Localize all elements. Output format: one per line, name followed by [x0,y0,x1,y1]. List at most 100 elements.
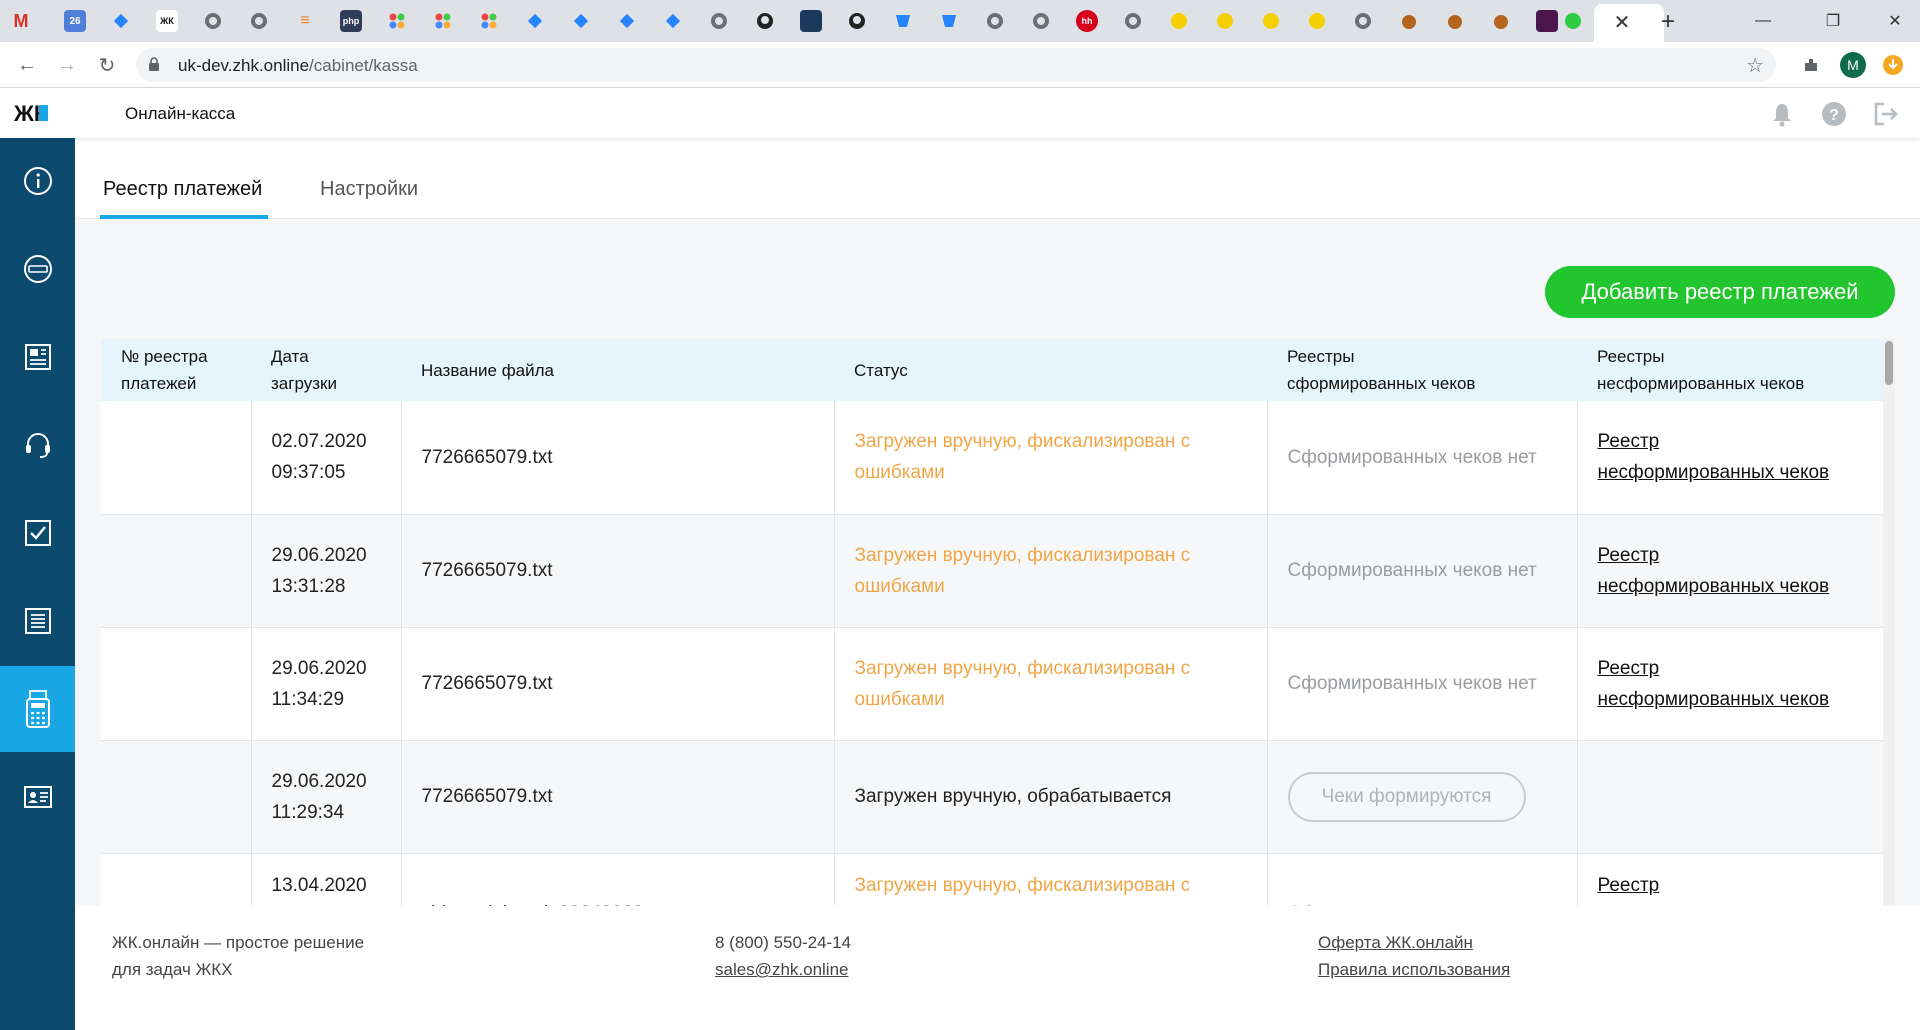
profile-avatar[interactable]: M [1840,52,1866,78]
footer-legal: Оферта ЖК.онлайн Правила использования [1318,929,1510,983]
table-header-row: № реестра платежей Дата загрузки Название … [101,339,1883,401]
unformed-registry-link[interactable]: несформированных чеков [1598,689,1830,710]
forward-button[interactable]: → [52,50,82,80]
globe-tab-icon[interactable] [202,10,224,32]
tab-settings[interactable]: Настройки [320,178,418,201]
globe-tab-icon[interactable] [248,10,270,32]
stackoverflow-tab-icon[interactable]: ≡ [294,10,316,32]
zhk-tab-icon[interactable]: ЖК [156,10,178,32]
gmail-tab-icon[interactable]: M [10,10,32,32]
slack-tab-icon[interactable] [1536,10,1558,32]
checkbox-icon [24,520,51,546]
globe-tab-icon[interactable] [708,10,730,32]
bitbucket-tab-icon[interactable] [938,10,960,32]
app-title: Онлайн-касса [125,104,236,123]
bitbucket-tab-icon[interactable] [892,10,914,32]
jira-tab-icon[interactable] [110,10,132,32]
jira-tab-icon[interactable] [662,10,684,32]
close-tab-icon[interactable]: ✕ [1608,8,1636,36]
rules-link[interactable]: Правила использования [1318,960,1510,979]
update-icon[interactable] [1880,52,1906,78]
sidebar-item-profile[interactable] [0,754,75,840]
minimize-window-button[interactable]: — [1740,6,1786,36]
unformed-registry-link[interactable]: Реестр [1598,875,1660,896]
unformed-registry-link[interactable]: Реестр [1598,431,1660,452]
sidebar-item-tasks[interactable] [0,490,75,576]
sidebar-item-documents[interactable] [0,578,75,664]
globe-tab-icon[interactable] [1030,10,1052,32]
footer-email-link[interactable]: sales@zhk.online [715,960,849,979]
header-upload-date: Дата загрузки [251,339,401,401]
green-dot-tab-icon[interactable] [1562,10,1584,32]
formed-receipts-cell: Чеки формируются [1267,740,1578,854]
dots-tab-icon[interactable] [478,10,500,32]
github-tab-icon[interactable] [846,10,868,32]
dog-tab-icon[interactable] [1398,10,1420,32]
new-tab-button[interactable]: + [1652,6,1684,38]
sidebar-item-meters[interactable] [0,226,75,312]
unformed-registry-link[interactable]: несформированных чеков [1598,576,1830,597]
scrollbar-thumb[interactable] [1885,341,1893,385]
dog-tab-icon[interactable] [1444,10,1466,32]
address-bar[interactable]: uk-dev.zhk.online/cabinet/kassa ☆ [136,48,1776,82]
time-text: 11:29:34 [271,801,345,823]
info-icon [23,167,52,195]
yellow-face-tab-icon[interactable] [1306,10,1328,32]
sidebar-item-kassa[interactable] [0,666,75,752]
maximize-window-button[interactable]: ❐ [1810,6,1856,36]
svg-text:?: ? [1829,107,1839,124]
php-tab-icon[interactable]: php [340,10,362,32]
table-scrollbar[interactable] [1883,339,1895,906]
unformed-registry-link[interactable]: Реестр [1598,658,1660,679]
status-cell: Загружен вручную, фискализирован с [834,853,1268,906]
logout-icon[interactable] [1872,100,1900,128]
dog-tab-icon[interactable] [1490,10,1512,32]
unformed-registry-link[interactable]: Реестр [1598,545,1660,566]
calendar-tab-icon[interactable]: 26 [64,10,86,32]
reload-button[interactable]: ↻ [92,50,122,80]
yellow-face-tab-icon[interactable] [1260,10,1282,32]
file-name-cell: 7726665079.txt [401,401,835,515]
offer-link[interactable]: Оферта ЖК.онлайн [1318,933,1473,952]
yellow-face-tab-icon[interactable] [1214,10,1236,32]
sidebar-item-news[interactable] [0,314,75,400]
sidebar-item-info[interactable] [0,138,75,224]
jira-tab-icon[interactable] [570,10,592,32]
sidebar-item-support[interactable] [0,402,75,488]
jira-tab-icon[interactable] [524,10,546,32]
upload-date-cell: 02.07.2020 09:37:05 [251,401,402,515]
date-text: 13.04.2020 [271,874,367,896]
registry-number-cell [101,514,252,628]
registry-number-cell [101,627,252,741]
table-row: 29.06.2020 13:31:28 7726665079.txt Загруж… [101,514,1883,628]
zhk-logo[interactable]: ЖК [14,102,74,124]
file-name-cell: 7726665079.txt [401,627,835,741]
unformed-registry-link[interactable]: несформированных чеков [1598,462,1830,483]
header-text: несформированных чеков [1597,374,1805,393]
file-name-cell: chitovodokanal_08042020.txt [401,853,835,906]
close-window-button[interactable]: ✕ [1872,6,1918,36]
receipts-forming-button[interactable]: Чеки формируются [1287,771,1526,822]
dots-tab-icon[interactable] [432,10,454,32]
url-text: uk-dev.zhk.online/cabinet/kassa [178,56,418,76]
yellow-face-tab-icon[interactable] [1168,10,1190,32]
file-name-cell: 7726665079.txt [401,514,835,628]
help-icon[interactable]: ? [1820,100,1848,128]
jira-tab-icon[interactable] [616,10,638,32]
bell-icon[interactable] [1768,100,1796,128]
bird-tab-icon[interactable] [800,10,822,32]
add-registry-button[interactable]: Добавить реестр платежей [1545,266,1895,318]
hh-tab-icon[interactable]: hh [1076,10,1098,32]
globe-tab-icon[interactable] [984,10,1006,32]
bookmark-star-icon[interactable]: ☆ [1746,53,1764,78]
back-button[interactable]: ← [12,50,42,80]
github-tab-icon[interactable] [754,10,776,32]
header-text: Реестры [1597,347,1665,366]
globe-tab-icon[interactable] [1122,10,1144,32]
header-unformed-receipts: Реестры несформированных чеков [1577,339,1883,401]
main-content: Реестр платежей Настройки Добавить реест… [75,138,1920,1030]
dots-tab-icon[interactable] [386,10,408,32]
globe-tab-icon[interactable] [1352,10,1374,32]
extensions-icon[interactable] [1798,52,1824,78]
tab-payment-registry[interactable]: Реестр платежей [103,178,262,201]
